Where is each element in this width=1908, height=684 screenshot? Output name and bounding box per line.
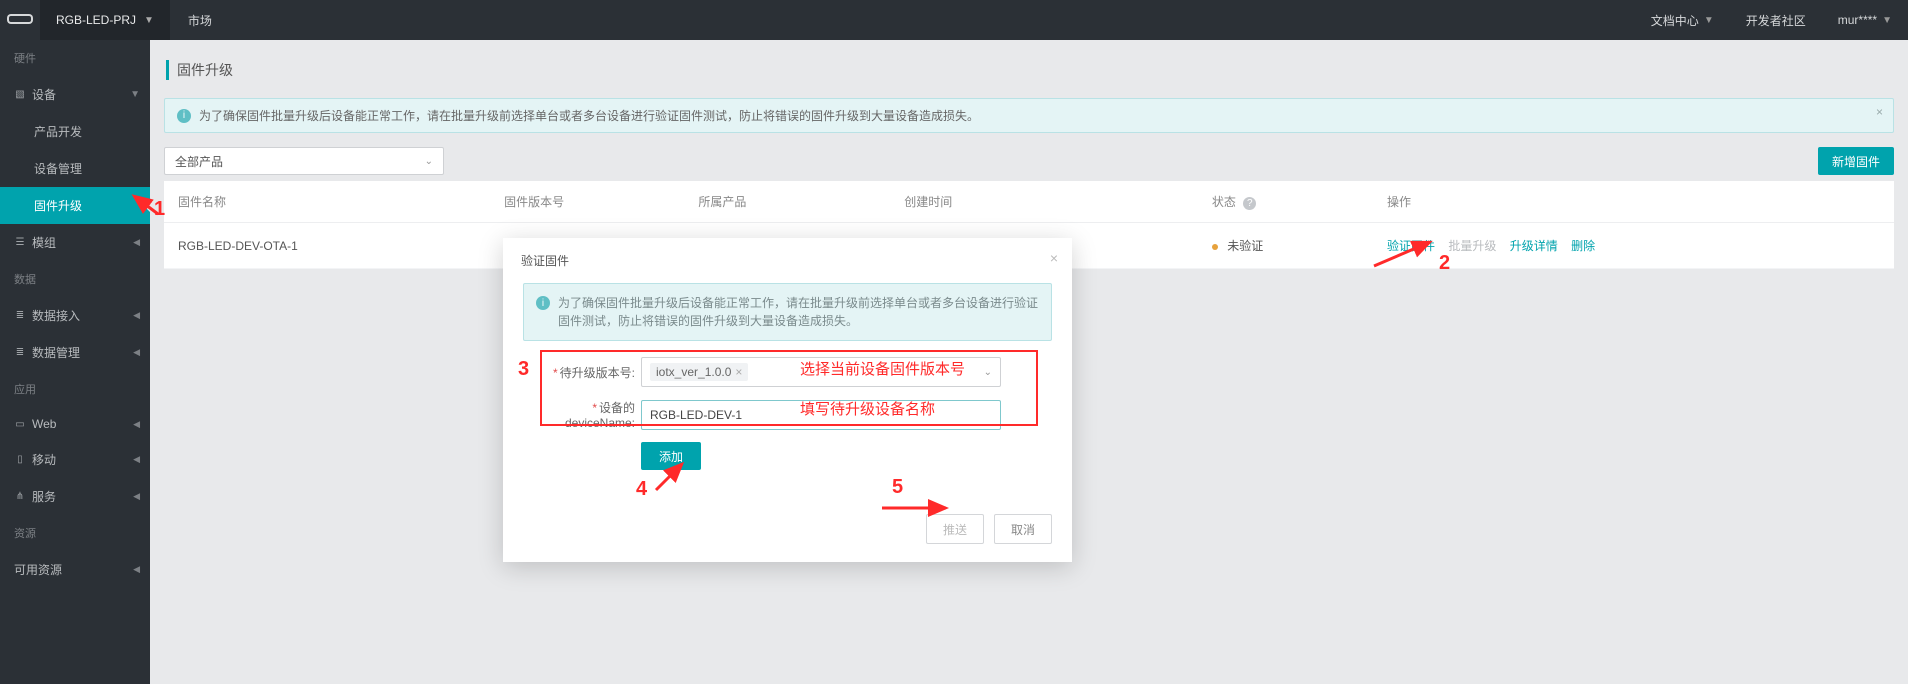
device-name-input[interactable] — [641, 400, 1001, 430]
sidebar-item-device-mgmt[interactable]: 设备管理 — [0, 150, 150, 187]
modal-title: 验证固件 — [521, 254, 569, 268]
push-button[interactable]: 推送 — [926, 514, 984, 544]
op-verify[interactable]: 验证固件 — [1387, 239, 1435, 253]
chevron-left-icon — [133, 347, 140, 358]
sidebar-item-module[interactable]: ☰ 模组 — [0, 224, 150, 261]
chevron-left-icon — [133, 310, 140, 321]
add-button[interactable]: 添加 — [641, 442, 701, 470]
caret-down-icon: ⌄ — [425, 156, 433, 167]
caret-down-icon: ⌄ — [984, 367, 992, 378]
sidebar-item-web[interactable]: ▭ Web — [0, 407, 150, 441]
nav-dev-community[interactable]: 开发者社区 — [1730, 12, 1822, 29]
label-version: *待升级版本号: — [523, 364, 641, 381]
label-device: *设备的deviceName: — [523, 399, 641, 430]
cancel-button[interactable]: 取消 — [994, 514, 1052, 544]
project-name: RGB-LED-PRJ — [56, 13, 136, 27]
op-delete[interactable]: 删除 — [1571, 239, 1595, 253]
version-tag: iotx_ver_1.0.0 × — [650, 363, 748, 381]
product-filter-select[interactable]: 全部产品 ⌄ — [164, 147, 444, 175]
sidebar-cat-hardware: 硬件 — [0, 40, 150, 76]
stack-icon: ☰ — [14, 237, 26, 249]
nav-market[interactable]: 市场 — [170, 12, 230, 29]
chevron-left-icon — [133, 237, 140, 248]
monitor-icon: ▭ — [14, 418, 26, 430]
chevron-left-icon — [133, 419, 140, 430]
page-title: 固件升级 — [166, 60, 1894, 80]
sidebar-item-product-dev[interactable]: 产品开发 — [0, 113, 150, 150]
sidebar-item-devices[interactable]: ▧ 设备 ▼ — [0, 76, 150, 113]
caret-down-icon: ▼ — [1882, 15, 1892, 26]
db-icon: ≣ — [14, 310, 26, 322]
phone-icon: ▯ — [14, 454, 26, 466]
status-dot-icon — [1212, 244, 1218, 250]
col-ops: 操作 — [1373, 181, 1894, 223]
col-version: 固件版本号 — [490, 181, 684, 223]
help-icon[interactable]: ? — [1243, 197, 1256, 210]
op-detail[interactable]: 升级详情 — [1510, 239, 1558, 253]
sidebar-cat-app: 应用 — [0, 371, 150, 407]
chevron-left-icon — [133, 491, 140, 502]
close-icon[interactable]: × — [1050, 250, 1058, 266]
caret-down-icon: ▼ — [144, 15, 154, 26]
close-icon[interactable]: × — [1876, 105, 1883, 119]
chevron-down-icon: ▼ — [130, 89, 140, 100]
op-batch[interactable]: 批量升级 — [1448, 239, 1496, 253]
status-cell: 未验证 — [1198, 223, 1373, 269]
share-icon: ⋔ — [14, 491, 26, 503]
sidebar-item-service[interactable]: ⋔ 服务 — [0, 478, 150, 515]
sidebar-item-resource[interactable]: 可用资源 — [0, 551, 150, 588]
project-selector[interactable]: RGB-LED-PRJ ▼ — [40, 0, 170, 40]
chevron-left-icon — [133, 454, 140, 465]
sidebar-cat-resource: 资源 — [0, 515, 150, 551]
col-name: 固件名称 — [164, 181, 490, 223]
sidebar-item-mobile[interactable]: ▯ 移动 — [0, 441, 150, 478]
app-logo — [0, 13, 40, 27]
sidebar-item-data-mgmt[interactable]: ≣ 数据管理 — [0, 334, 150, 371]
info-icon: i — [536, 296, 550, 310]
verify-firmware-modal: 验证固件 × i 为了确保固件批量升级后设备能正常工作，请在批量升级前选择单台或… — [503, 238, 1072, 562]
cube-icon: ▧ — [14, 89, 26, 101]
info-banner: i 为了确保固件批量升级后设备能正常工作，请在批量升级前选择单台或者多台设备进行… — [164, 98, 1894, 133]
col-product: 所属产品 — [684, 181, 890, 223]
sidebar-item-firmware-upgrade[interactable]: 固件升级 — [0, 187, 150, 224]
sidebar: 硬件 ▧ 设备 ▼ 产品开发 设备管理 固件升级 ☰ 模组 数据 ≣ 数据接入 … — [0, 40, 150, 684]
nav-doc-center[interactable]: 文档中心 ▼ — [1635, 12, 1730, 29]
caret-down-icon: ▼ — [1704, 15, 1714, 26]
new-firmware-button[interactable]: 新增固件 — [1818, 147, 1894, 175]
version-select[interactable]: iotx_ver_1.0.0 × ⌄ — [641, 357, 1001, 387]
info-icon: i — [177, 109, 191, 123]
col-created: 创建时间 — [890, 181, 1198, 223]
remove-tag-icon[interactable]: × — [735, 365, 742, 379]
modal-info-banner: i 为了确保固件批量升级后设备能正常工作，请在批量升级前选择单台或者多台设备进行… — [523, 283, 1052, 341]
sidebar-cat-data: 数据 — [0, 261, 150, 297]
nav-user[interactable]: mur**** ▼ — [1822, 13, 1908, 27]
sidebar-item-data-access[interactable]: ≣ 数据接入 — [0, 297, 150, 334]
chevron-left-icon — [133, 564, 140, 575]
db-icon: ≣ — [14, 347, 26, 359]
col-status: 状态 ? — [1198, 181, 1373, 223]
